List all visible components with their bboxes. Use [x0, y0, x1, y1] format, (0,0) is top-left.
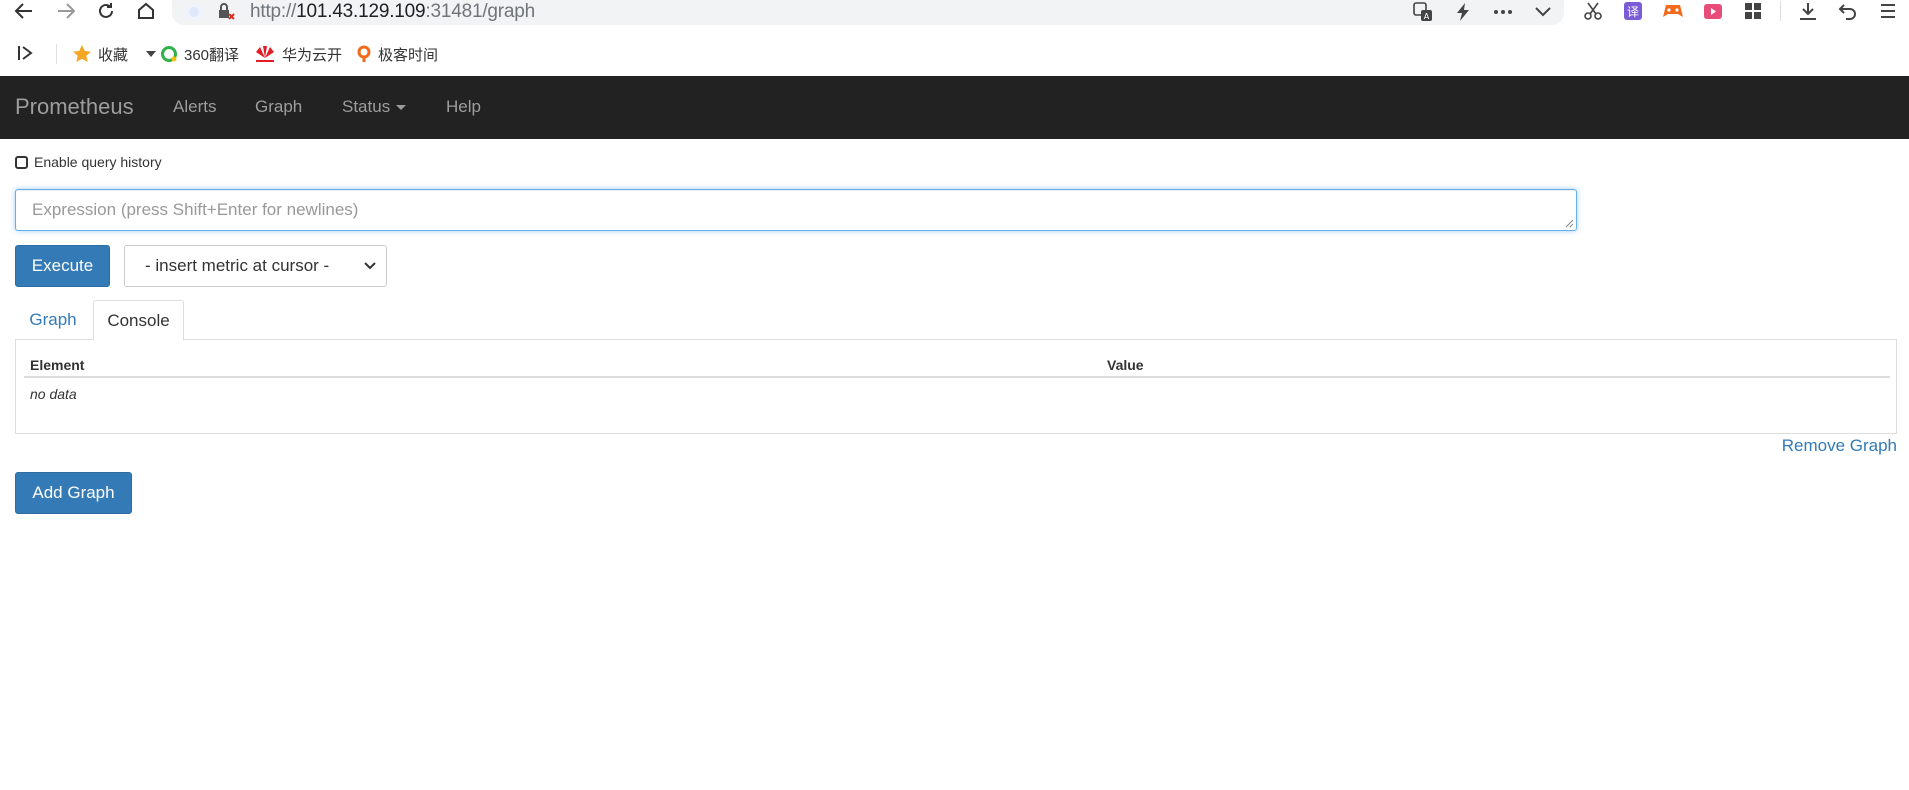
add-graph-button[interactable]: Add Graph — [15, 472, 132, 514]
360-icon — [161, 46, 177, 62]
resize-grip-icon[interactable] — [1565, 219, 1574, 228]
graph-console-tabs: Graph Console — [15, 300, 1897, 341]
svg-text:译: 译 — [1627, 5, 1639, 19]
column-header-element: Element — [30, 357, 85, 373]
chevron-down-icon[interactable] — [1532, 2, 1554, 22]
execute-button[interactable]: Execute — [15, 245, 110, 287]
translate-icon[interactable]: A — [1412, 2, 1434, 22]
no-data-text: no data — [30, 386, 77, 402]
nav-status-label: Status — [342, 97, 391, 116]
toolbar-divider — [1780, 1, 1781, 21]
table-header-row: Element Value — [24, 348, 1890, 378]
star-icon — [73, 45, 91, 62]
bookmark-huawei-cloud[interactable]: 华为云开 — [254, 42, 342, 66]
tab-console[interactable]: Console — [93, 300, 184, 341]
history-label: Enable query history — [34, 154, 162, 170]
huawei-icon — [256, 46, 274, 62]
forward-icon[interactable] — [52, 0, 80, 22]
bookmark-divider — [56, 44, 57, 64]
bookmark-label: 华为云开 — [282, 46, 343, 64]
browser-toolbar: http://101.43.129.109:31481/graph A 译 — [0, 0, 1909, 26]
geektime-icon — [357, 45, 371, 62]
bookmark-label: 360翻译 — [184, 46, 240, 64]
query-history-toggle[interactable]: Enable query history — [15, 154, 162, 170]
svg-text:A: A — [1424, 12, 1430, 21]
brand-link[interactable]: Prometheus — [15, 94, 134, 120]
menu-icon[interactable] — [1875, 0, 1901, 22]
insecure-lock-icon[interactable] — [216, 3, 236, 26]
caret-down-icon — [396, 105, 407, 111]
game-icon[interactable] — [1660, 0, 1686, 22]
home-icon[interactable] — [132, 0, 160, 22]
url-text[interactable]: http://101.43.129.109:31481/graph — [250, 1, 535, 23]
more-icon[interactable] — [1492, 2, 1514, 22]
bookmark-favorites[interactable]: 收藏 — [72, 42, 157, 66]
prometheus-navbar: Prometheus Alerts Graph Status Help — [0, 76, 1909, 139]
translate-extension-icon[interactable]: 译 — [1620, 0, 1646, 22]
tab-graph[interactable]: Graph — [15, 300, 91, 340]
caret-down-icon[interactable] — [146, 51, 157, 57]
nav-graph[interactable]: Graph — [255, 97, 302, 117]
url-path: :31481/graph — [425, 1, 536, 22]
metric-select-value: - insert metric at cursor - — [145, 256, 330, 275]
history-checkbox[interactable] — [15, 155, 28, 169]
expression-placeholder: Expression (press Shift+Enter for newlin… — [32, 200, 359, 219]
address-bar[interactable]: http://101.43.129.109:31481/graph A — [172, 0, 1564, 25]
bookmarks-bar: 收藏 360翻译 华为云开 极客时间 — [0, 38, 1909, 72]
scissors-icon[interactable] — [1580, 0, 1606, 22]
back-icon[interactable] — [10, 0, 38, 22]
console-table: Element Value no data — [24, 348, 1890, 412]
remove-graph-link[interactable]: Remove Graph — [1782, 436, 1897, 456]
video-icon[interactable] — [1700, 0, 1726, 22]
nav-status[interactable]: Status — [342, 97, 407, 117]
url-host: 101.43.129.109 — [296, 1, 426, 22]
sidebar-toggle-icon[interactable] — [16, 44, 34, 67]
column-header-value: Value — [1107, 357, 1144, 373]
undo-icon[interactable] — [1835, 0, 1861, 22]
download-icon[interactable] — [1795, 0, 1821, 22]
lightning-icon[interactable] — [1452, 2, 1474, 22]
bookmark-label: 极客时间 — [378, 46, 439, 64]
apps-grid-icon[interactable] — [1740, 0, 1766, 22]
bookmark-label: 收藏 — [98, 46, 129, 64]
expression-input[interactable]: Expression (press Shift+Enter for newlin… — [15, 189, 1577, 231]
insert-metric-select[interactable]: - insert metric at cursor - — [124, 245, 387, 287]
chevron-down-icon — [364, 262, 376, 270]
nav-help[interactable]: Help — [446, 97, 481, 117]
reload-icon[interactable] — [92, 0, 120, 22]
table-row: no data — [24, 378, 1890, 412]
bookmark-360-translate[interactable]: 360翻译 — [160, 42, 239, 66]
console-panel: Element Value no data — [15, 340, 1897, 434]
bookmark-geektime[interactable]: 极客时间 — [356, 42, 438, 66]
site-info-icon[interactable] — [186, 4, 202, 20]
url-scheme: http:// — [250, 1, 297, 22]
nav-alerts[interactable]: Alerts — [173, 97, 216, 117]
